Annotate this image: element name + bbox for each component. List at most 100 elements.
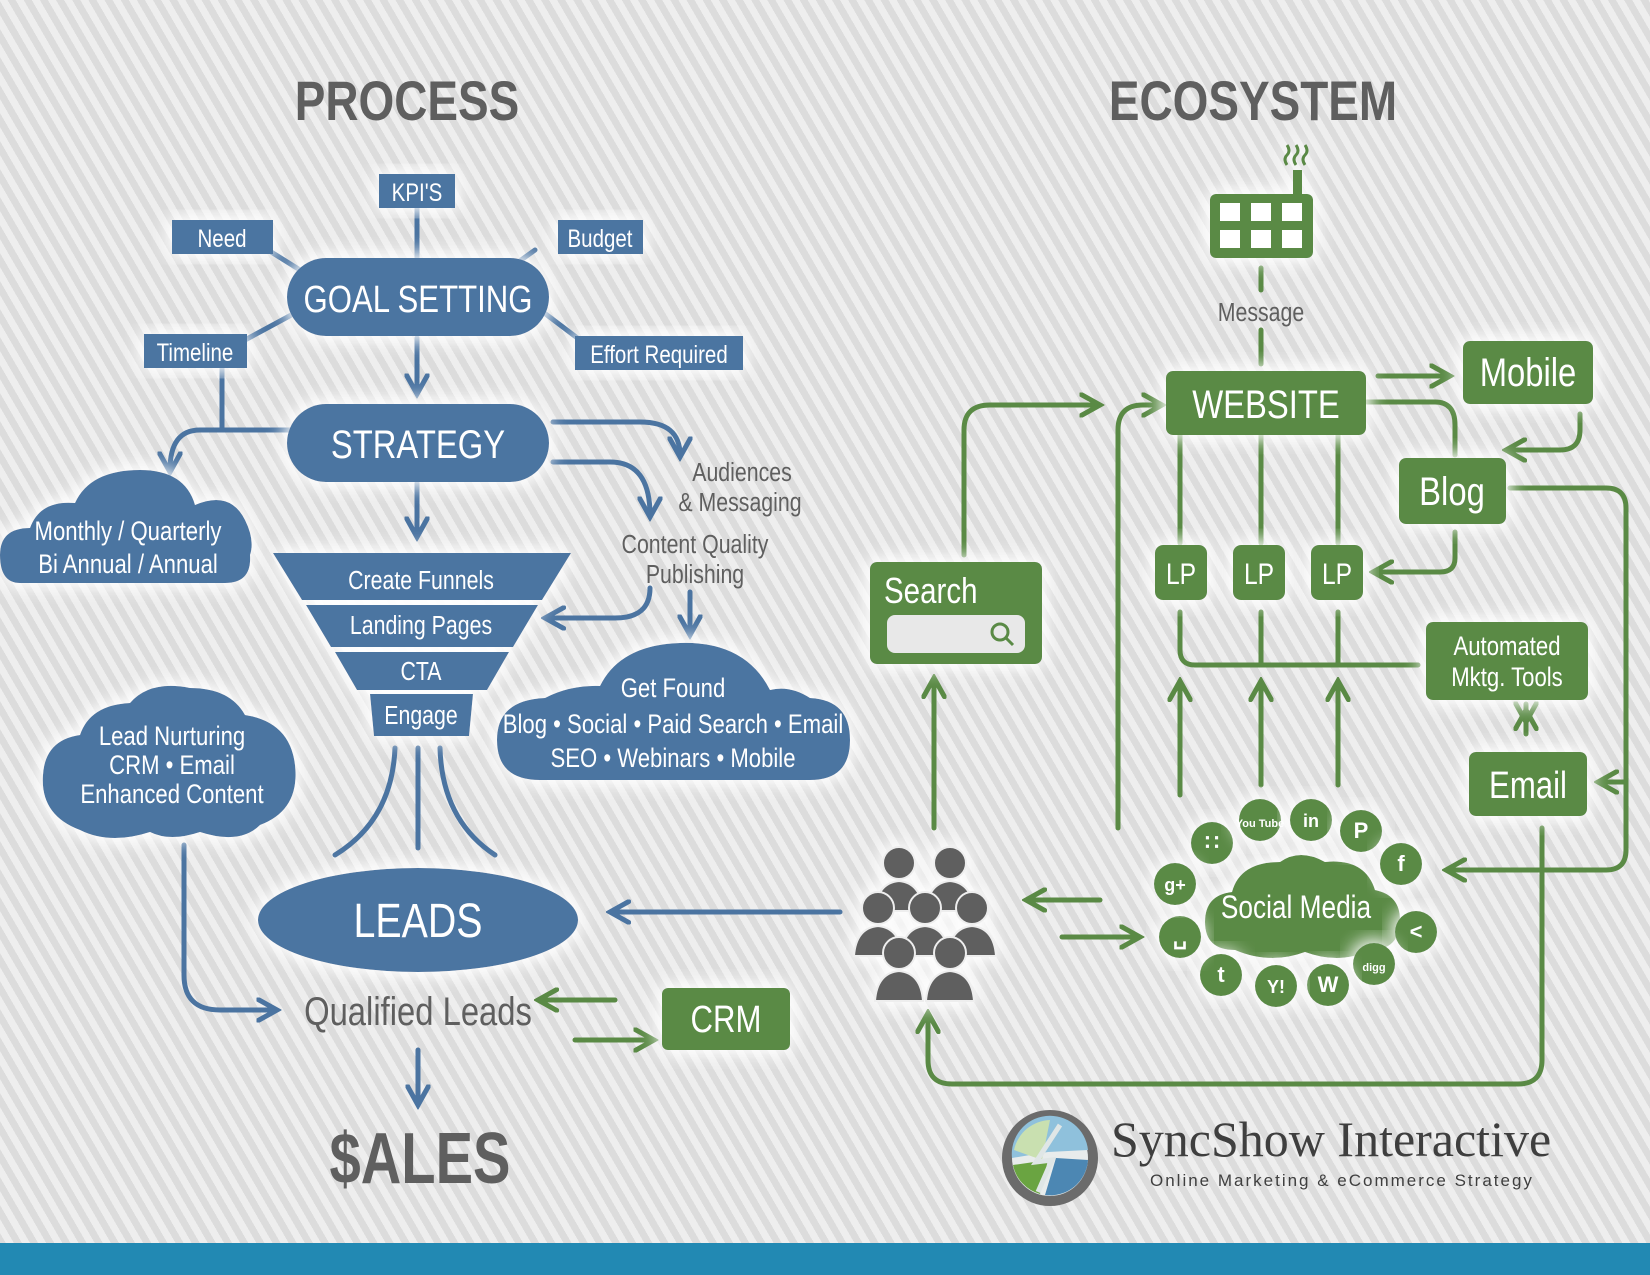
facebook-icon[interactable]: f	[1380, 843, 1422, 885]
landing-page-2[interactable]: LP	[1233, 545, 1285, 600]
pinterest-icon-glyph: P	[1354, 818, 1369, 843]
need-tag[interactable]: Need	[172, 220, 273, 254]
ecosystem-header: ECOSYSTEM	[1109, 70, 1397, 132]
yahoo-icon-glyph: Y!	[1267, 977, 1285, 997]
frequency-line-1: Monthly / Quarterly	[35, 517, 222, 547]
qualified-leads-label: Qualified Leads	[304, 989, 532, 1034]
leads-label: LEADS	[353, 894, 482, 948]
landing-page-3[interactable]: LP	[1311, 545, 1363, 600]
funnel-stage-cta[interactable]: CTA	[335, 652, 509, 690]
website-node[interactable]: WEBSITE	[1166, 371, 1366, 435]
rss-icon-glyph: ∷	[1205, 830, 1219, 855]
twitter-icon-glyph: t	[1217, 962, 1225, 987]
linkedin-icon[interactable]: in	[1290, 799, 1332, 841]
get-found-cloud[interactable]: Get Found Blog • Social • Paid Search • …	[497, 642, 850, 780]
blog-node[interactable]: Blog	[1399, 458, 1506, 524]
kpis-tag[interactable]: KPI'S	[379, 174, 455, 208]
pinterest-icon[interactable]: P	[1340, 810, 1382, 852]
audience-people-icon	[852, 846, 998, 1002]
get-found-line-2: Blog • Social • Paid Search • Email	[503, 710, 844, 740]
crm-node[interactable]: CRM	[662, 988, 790, 1050]
funnel-stage-landing[interactable]: Landing Pages	[306, 605, 538, 647]
funnel-label-cta: CTA	[400, 657, 441, 687]
myspace-icon[interactable]: ␣	[1159, 916, 1201, 958]
automated-line-2: Mktg. Tools	[1451, 663, 1562, 693]
youtube-icon-glyph: You Tube	[1236, 818, 1284, 830]
frequency-line-2: Bi Annual / Annual	[38, 550, 218, 580]
lp-3-label: LP	[1322, 557, 1352, 591]
brand-tagline: Online Marketing & eCommerce Strategy	[1150, 1171, 1534, 1190]
lead-nurturing-cloud[interactable]: Lead Nurturing CRM • Email Enhanced Cont…	[42, 685, 296, 839]
audiences-line-1: Audiences	[692, 458, 792, 488]
lp-1-label: LP	[1166, 557, 1196, 591]
funnel-label-create: Create Funnels	[348, 566, 494, 596]
facebook-icon-glyph: f	[1397, 851, 1405, 876]
infographic-canvas: PROCESS ECOSYSTEM GOAL SETTING KPI'S Nee…	[0, 70, 1629, 1206]
funnel-label-engage: Engage	[384, 701, 457, 731]
footer-bar	[0, 1243, 1650, 1275]
effort-required-label: Effort Required	[590, 340, 728, 368]
landing-page-1[interactable]: LP	[1155, 545, 1207, 600]
search-input[interactable]	[887, 615, 1025, 653]
share-icon[interactable]: <	[1395, 911, 1437, 953]
audiences-line-2: & Messaging	[678, 488, 801, 518]
funnel-label-landing: Landing Pages	[350, 611, 492, 641]
content-line-2: Publishing	[646, 560, 744, 590]
strategy-label: STRATEGY	[331, 422, 505, 467]
crm-connectors	[540, 1000, 652, 1040]
linkedin-icon-glyph: in	[1303, 811, 1319, 831]
need-label: Need	[197, 224, 246, 252]
yahoo-icon[interactable]: Y!	[1255, 965, 1297, 1007]
brand-logo	[1002, 1110, 1098, 1206]
email-node[interactable]: Email	[1469, 752, 1587, 816]
content-line-1: Content Quality	[622, 530, 769, 560]
digg-icon[interactable]: digg	[1353, 943, 1395, 985]
wordpress-icon-glyph: W	[1318, 972, 1339, 997]
myspace-icon-glyph: ␣	[1173, 924, 1187, 950]
nurture-line-2: CRM • Email	[109, 751, 235, 781]
mobile-label: Mobile	[1480, 350, 1577, 395]
automated-line-1: Automated	[1453, 632, 1560, 662]
timeline-label: Timeline	[157, 338, 234, 366]
nurture-line-1: Lead Nurturing	[99, 722, 245, 752]
funnel-stage-engage[interactable]: Engage	[370, 694, 473, 736]
googleplus-icon[interactable]: g+	[1154, 863, 1196, 905]
strategy-node[interactable]: STRATEGY	[287, 404, 549, 482]
automated-tools-node[interactable]: Automated Mktg. Tools	[1426, 622, 1588, 700]
social-media-label: Social Media	[1221, 891, 1372, 926]
goal-setting-label: GOAL SETTING	[303, 279, 532, 321]
budget-label: Budget	[568, 224, 634, 252]
youtube-icon[interactable]: You Tube	[1236, 799, 1284, 841]
brand-name: SyncShow Interactive	[1111, 1111, 1551, 1167]
nurture-line-3: Enhanced Content	[80, 780, 263, 810]
sales-label: $ALES	[330, 1118, 511, 1198]
twitter-icon[interactable]: t	[1200, 954, 1242, 996]
frequency-cloud[interactable]: Monthly / Quarterly Bi Annual / Annual	[0, 470, 252, 583]
mobile-node[interactable]: Mobile	[1463, 341, 1593, 404]
email-label: Email	[1489, 765, 1567, 807]
get-found-line-3: SEO • Webinars • Mobile	[550, 744, 795, 774]
rss-icon[interactable]: ∷	[1191, 822, 1233, 864]
process-header: PROCESS	[295, 70, 519, 132]
search-node[interactable]: Search	[870, 562, 1042, 664]
message-label: Message	[1218, 298, 1304, 328]
social-media-cloud[interactable]: Social Media	[1205, 855, 1400, 959]
blog-label: Blog	[1419, 469, 1485, 514]
lp-2-label: LP	[1244, 557, 1274, 591]
digg-icon-glyph: digg	[1362, 962, 1385, 974]
crm-label: CRM	[691, 999, 762, 1041]
goal-setting-node[interactable]: GOAL SETTING	[287, 258, 549, 336]
leads-node[interactable]: LEADS	[258, 868, 578, 972]
googleplus-icon-glyph: g+	[1164, 875, 1186, 895]
funnel-stage-create[interactable]: Create Funnels	[273, 553, 571, 600]
share-icon-glyph: <	[1410, 919, 1423, 944]
get-found-line-1: Get Found	[621, 674, 726, 704]
timeline-tag[interactable]: Timeline	[144, 334, 247, 368]
effort-required-tag[interactable]: Effort Required	[575, 336, 743, 370]
kpis-label: KPI'S	[392, 178, 443, 206]
factory-icon	[1210, 144, 1313, 258]
search-label: Search	[884, 570, 977, 610]
website-label: WEBSITE	[1192, 382, 1340, 427]
wordpress-icon[interactable]: W	[1307, 964, 1349, 1006]
budget-tag[interactable]: Budget	[558, 220, 643, 254]
